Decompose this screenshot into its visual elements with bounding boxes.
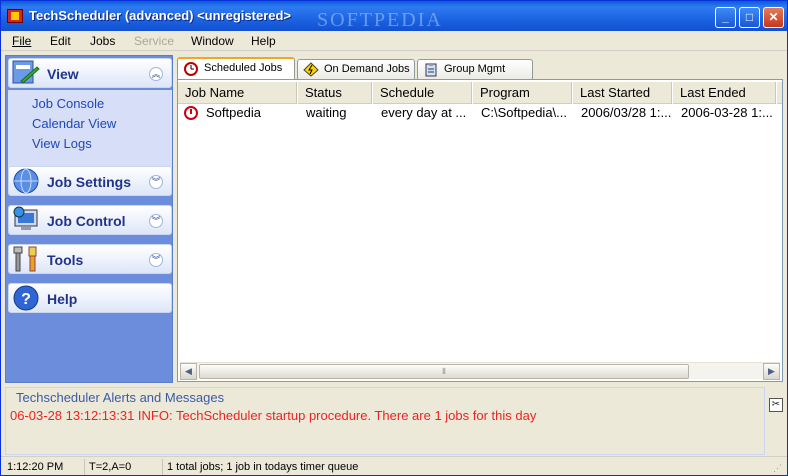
scroll-thumb[interactable]: ⦀ [199, 364, 689, 379]
status-bar: 1:12:20 PM T=2,A=0 1 total jobs; 1 job i… [1, 456, 787, 475]
close-button[interactable]: ✕ [763, 7, 784, 28]
nav-link-job-console[interactable]: Job Console [32, 96, 104, 111]
tab-label: On Demand Jobs [324, 63, 410, 75]
status-summary: 1 total jobs; 1 job in todays timer queu… [167, 461, 359, 473]
clock-icon [184, 62, 198, 76]
tab-strip: Scheduled Jobs On Demand Jobs Group Mgmt [177, 57, 787, 79]
menu-edit[interactable]: Edit [50, 34, 71, 48]
chevron-down-icon[interactable]: ︾ [149, 253, 163, 267]
minimize-button[interactable]: _ [715, 7, 736, 28]
nav-link-view-logs[interactable]: View Logs [32, 136, 92, 151]
chevron-down-icon[interactable]: ︾ [149, 175, 163, 189]
tab-scheduled-jobs[interactable]: Scheduled Jobs [177, 57, 295, 79]
watermark: SOFTPEDIA [317, 9, 443, 31]
help-icon: ? [13, 285, 39, 311]
chevron-up-icon[interactable]: ︽ [149, 67, 163, 81]
menu-window[interactable]: Window [191, 34, 234, 48]
nav-group-view[interactable]: View ︽ [8, 58, 172, 88]
window-title: TechScheduler (advanced) <unregistered> [29, 8, 292, 23]
nav-group-label: Job Settings [47, 174, 132, 190]
nav-group-label: View [47, 66, 79, 82]
scroll-right-button[interactable]: ▶ [763, 363, 780, 380]
cell-program: C:\Softpedia\... [481, 105, 567, 120]
chevron-down-icon[interactable]: ︾ [149, 214, 163, 228]
menu-file[interactable]: File [12, 34, 31, 48]
globe-icon [13, 168, 39, 194]
column-header-last-ended[interactable]: Last Ended [673, 82, 777, 104]
nav-group-job-settings[interactable]: Job Settings ︾ [8, 166, 172, 196]
cell-job-name: Softpedia [206, 105, 261, 120]
alerts-panel: Techscheduler Alerts and Messages 06-03-… [5, 387, 765, 455]
maximize-button[interactable]: □ [739, 7, 760, 28]
horizontal-scrollbar[interactable]: ◀ ⦀ ▶ [180, 362, 780, 380]
tools-icon [13, 246, 37, 272]
status-counters: T=2,A=0 [85, 459, 163, 475]
scroll-left-button[interactable]: ◀ [180, 363, 197, 380]
tab-label: Scheduled Jobs [204, 62, 283, 74]
cell-status: waiting [306, 105, 347, 120]
cell-last-started: 2006/03/28 1:... [581, 105, 672, 120]
alert-message[interactable]: 06-03-28 13:12:13:31 INFO: TechScheduler… [10, 408, 536, 423]
navigation-pane: View ︽ Job Console Calendar View View Lo… [5, 55, 173, 383]
svg-text:?: ? [21, 291, 31, 308]
nav-group-label: Job Control [47, 213, 126, 229]
menu-bar: File Edit Jobs Service Window Help [1, 31, 787, 51]
nav-group-label: Help [47, 291, 78, 307]
tab-label: Group Mgmt [444, 63, 506, 75]
nav-group-job-control[interactable]: Job Control ︾ [8, 205, 172, 235]
menu-service: Service [134, 34, 175, 48]
nav-group-tools[interactable]: Tools ︾ [8, 244, 172, 274]
app-window: TechScheduler (advanced) <unregistered> … [0, 0, 788, 476]
status-time: 1:12:20 PM [3, 459, 85, 475]
nav-group-label: Tools [47, 252, 84, 268]
clear-alerts-icon[interactable]: ✂ [769, 398, 783, 412]
column-header-status[interactable]: Status [298, 82, 373, 104]
cell-last-ended: 2006-03-28 1:... [681, 105, 773, 120]
computer-icon [13, 206, 38, 230]
nav-link-calendar-view[interactable]: Calendar View [32, 116, 116, 131]
tab-on-demand-jobs[interactable]: On Demand Jobs [297, 59, 415, 79]
tab-group-mgmt[interactable]: Group Mgmt [417, 59, 533, 79]
menu-jobs[interactable]: Jobs [90, 34, 115, 48]
nav-group-help[interactable]: ? Help [8, 283, 172, 313]
column-header-schedule[interactable]: Schedule [373, 82, 473, 104]
alerts-title: Techscheduler Alerts and Messages [16, 390, 225, 405]
clock-icon [184, 106, 198, 120]
view-icon [12, 60, 40, 84]
cell-schedule: every day at ... [381, 105, 467, 120]
column-header-program[interactable]: Program [473, 82, 573, 104]
app-icon[interactable] [7, 9, 23, 23]
jobs-grid: Job Name Status Schedule Program Last St… [177, 79, 783, 382]
title-bar[interactable]: TechScheduler (advanced) <unregistered> … [1, 1, 787, 31]
column-header-last-started[interactable]: Last Started [573, 82, 673, 104]
table-row[interactable]: Softpedia waiting every day at ... C:\So… [178, 104, 778, 122]
menu-help[interactable]: Help [251, 34, 276, 48]
resize-grip-icon[interactable]: ⋰ [773, 462, 785, 474]
clipboard-icon [425, 63, 437, 77]
column-header-job-name[interactable]: Job Name [178, 82, 298, 104]
grid-header: Job Name Status Schedule Program Last St… [178, 82, 782, 104]
lightning-icon [303, 62, 319, 77]
